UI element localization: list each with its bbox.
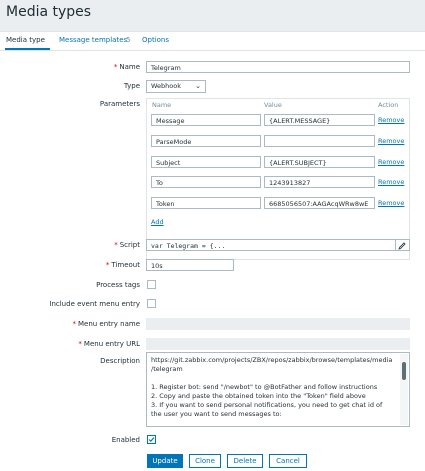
update-button[interactable]: Update — [147, 454, 183, 468]
parameters-label: Parameters — [99, 100, 140, 108]
param-remove-link[interactable]: Remove — [378, 158, 404, 166]
param-value-input[interactable]: {ALERT.MESSAGE} — [264, 114, 375, 126]
param-value-input[interactable]: 6685056507:AAGAcqWRw8wE — [264, 197, 375, 209]
enabled-checkbox[interactable] — [147, 435, 156, 444]
param-remove-link[interactable]: Remove — [378, 116, 404, 124]
active-tab-indicator — [5, 48, 50, 50]
param-value-input[interactable] — [264, 135, 375, 147]
description-line: the user you want to send messages to: — [151, 410, 282, 418]
menu-entry-url-label: * Menu entry URL — [78, 340, 140, 348]
pencil-icon[interactable] — [395, 240, 408, 250]
param-remove-link[interactable]: Remove — [378, 178, 404, 186]
param-name-input[interactable]: Token — [151, 197, 261, 209]
tab-bar: Media type Message templates 5 Options — [0, 32, 425, 51]
name-input[interactable]: Telegram — [146, 61, 410, 73]
parameters-header-value: Value — [264, 101, 282, 109]
description-textarea[interactable]: https://git.zabbix.com/projects/ZBX/repo… — [146, 352, 410, 427]
tab-message-templates-count: 5 — [126, 36, 131, 44]
param-value-input[interactable]: 1243913827 — [264, 176, 375, 188]
description-scrollbar[interactable] — [400, 354, 408, 425]
description-line: https://git.zabbix.com/projects/ZBX/repo… — [151, 356, 393, 364]
checkmark-icon — [148, 437, 155, 443]
menu-entry-name-label: * Menu entry name — [72, 320, 140, 328]
description-scrollbar-thumb[interactable] — [402, 362, 406, 380]
script-label: * Script — [114, 241, 140, 249]
enabled-label: Enabled — [111, 436, 140, 444]
type-label: Type — [123, 82, 140, 90]
timeout-label: * Timeout — [105, 261, 140, 269]
delete-button[interactable]: Delete — [227, 454, 263, 468]
process-tags-label: Process tags — [96, 281, 140, 289]
description-line: 1. Register bot: send "/newbot" to @BotF… — [151, 383, 378, 391]
param-remove-link[interactable]: Remove — [378, 199, 404, 207]
parameters-table: Name Value Action Message {ALERT.MESSAGE… — [146, 98, 410, 260]
param-remove-link[interactable]: Remove — [378, 137, 404, 145]
process-tags-checkbox[interactable] — [147, 280, 156, 289]
page-title: Media types — [6, 4, 92, 20]
tab-media-type[interactable]: Media type — [6, 36, 45, 44]
include-event-menu-entry-checkbox[interactable] — [147, 299, 156, 308]
description-label: Description — [100, 357, 140, 365]
name-label: * Name — [113, 63, 140, 71]
param-name-input[interactable]: ParseMode — [151, 135, 261, 147]
media-type-form-card: Media type Message templates 5 Options *… — [0, 31, 425, 471]
script-input[interactable]: var Telegram = {... — [146, 239, 410, 251]
clone-button[interactable]: Clone — [189, 454, 221, 468]
include-event-menu-entry-label: Include event menu entry — [49, 300, 140, 308]
tab-options[interactable]: Options — [142, 36, 169, 44]
chevron-down-icon: ⌄ — [195, 82, 201, 90]
menu-entry-url-input — [146, 338, 410, 350]
script-value: var Telegram = {... — [151, 242, 226, 250]
param-name-input[interactable]: Message — [151, 114, 261, 126]
description-line: /telegram — [151, 365, 183, 373]
add-parameter-link[interactable]: Add — [151, 218, 164, 226]
param-name-input[interactable]: To — [151, 176, 261, 188]
timeout-input[interactable]: 10s — [146, 259, 234, 271]
type-select[interactable]: Webhook ⌄ — [146, 80, 206, 93]
parameters-header-action: Action — [378, 101, 399, 109]
tab-message-templates[interactable]: Message templates — [59, 36, 127, 44]
param-value-input[interactable]: {ALERT.SUBJECT} — [264, 156, 375, 168]
cancel-button[interactable]: Cancel — [269, 454, 307, 468]
description-line: 2. Copy and paste the obtained token int… — [151, 392, 366, 400]
description-line: 3. If you want to send personal notifica… — [151, 401, 383, 409]
param-name-input[interactable]: Subject — [151, 156, 261, 168]
parameters-header-name: Name — [152, 101, 172, 109]
menu-entry-name-input — [146, 318, 410, 330]
type-select-value: Webhook — [151, 82, 182, 90]
description-line — [151, 374, 395, 383]
